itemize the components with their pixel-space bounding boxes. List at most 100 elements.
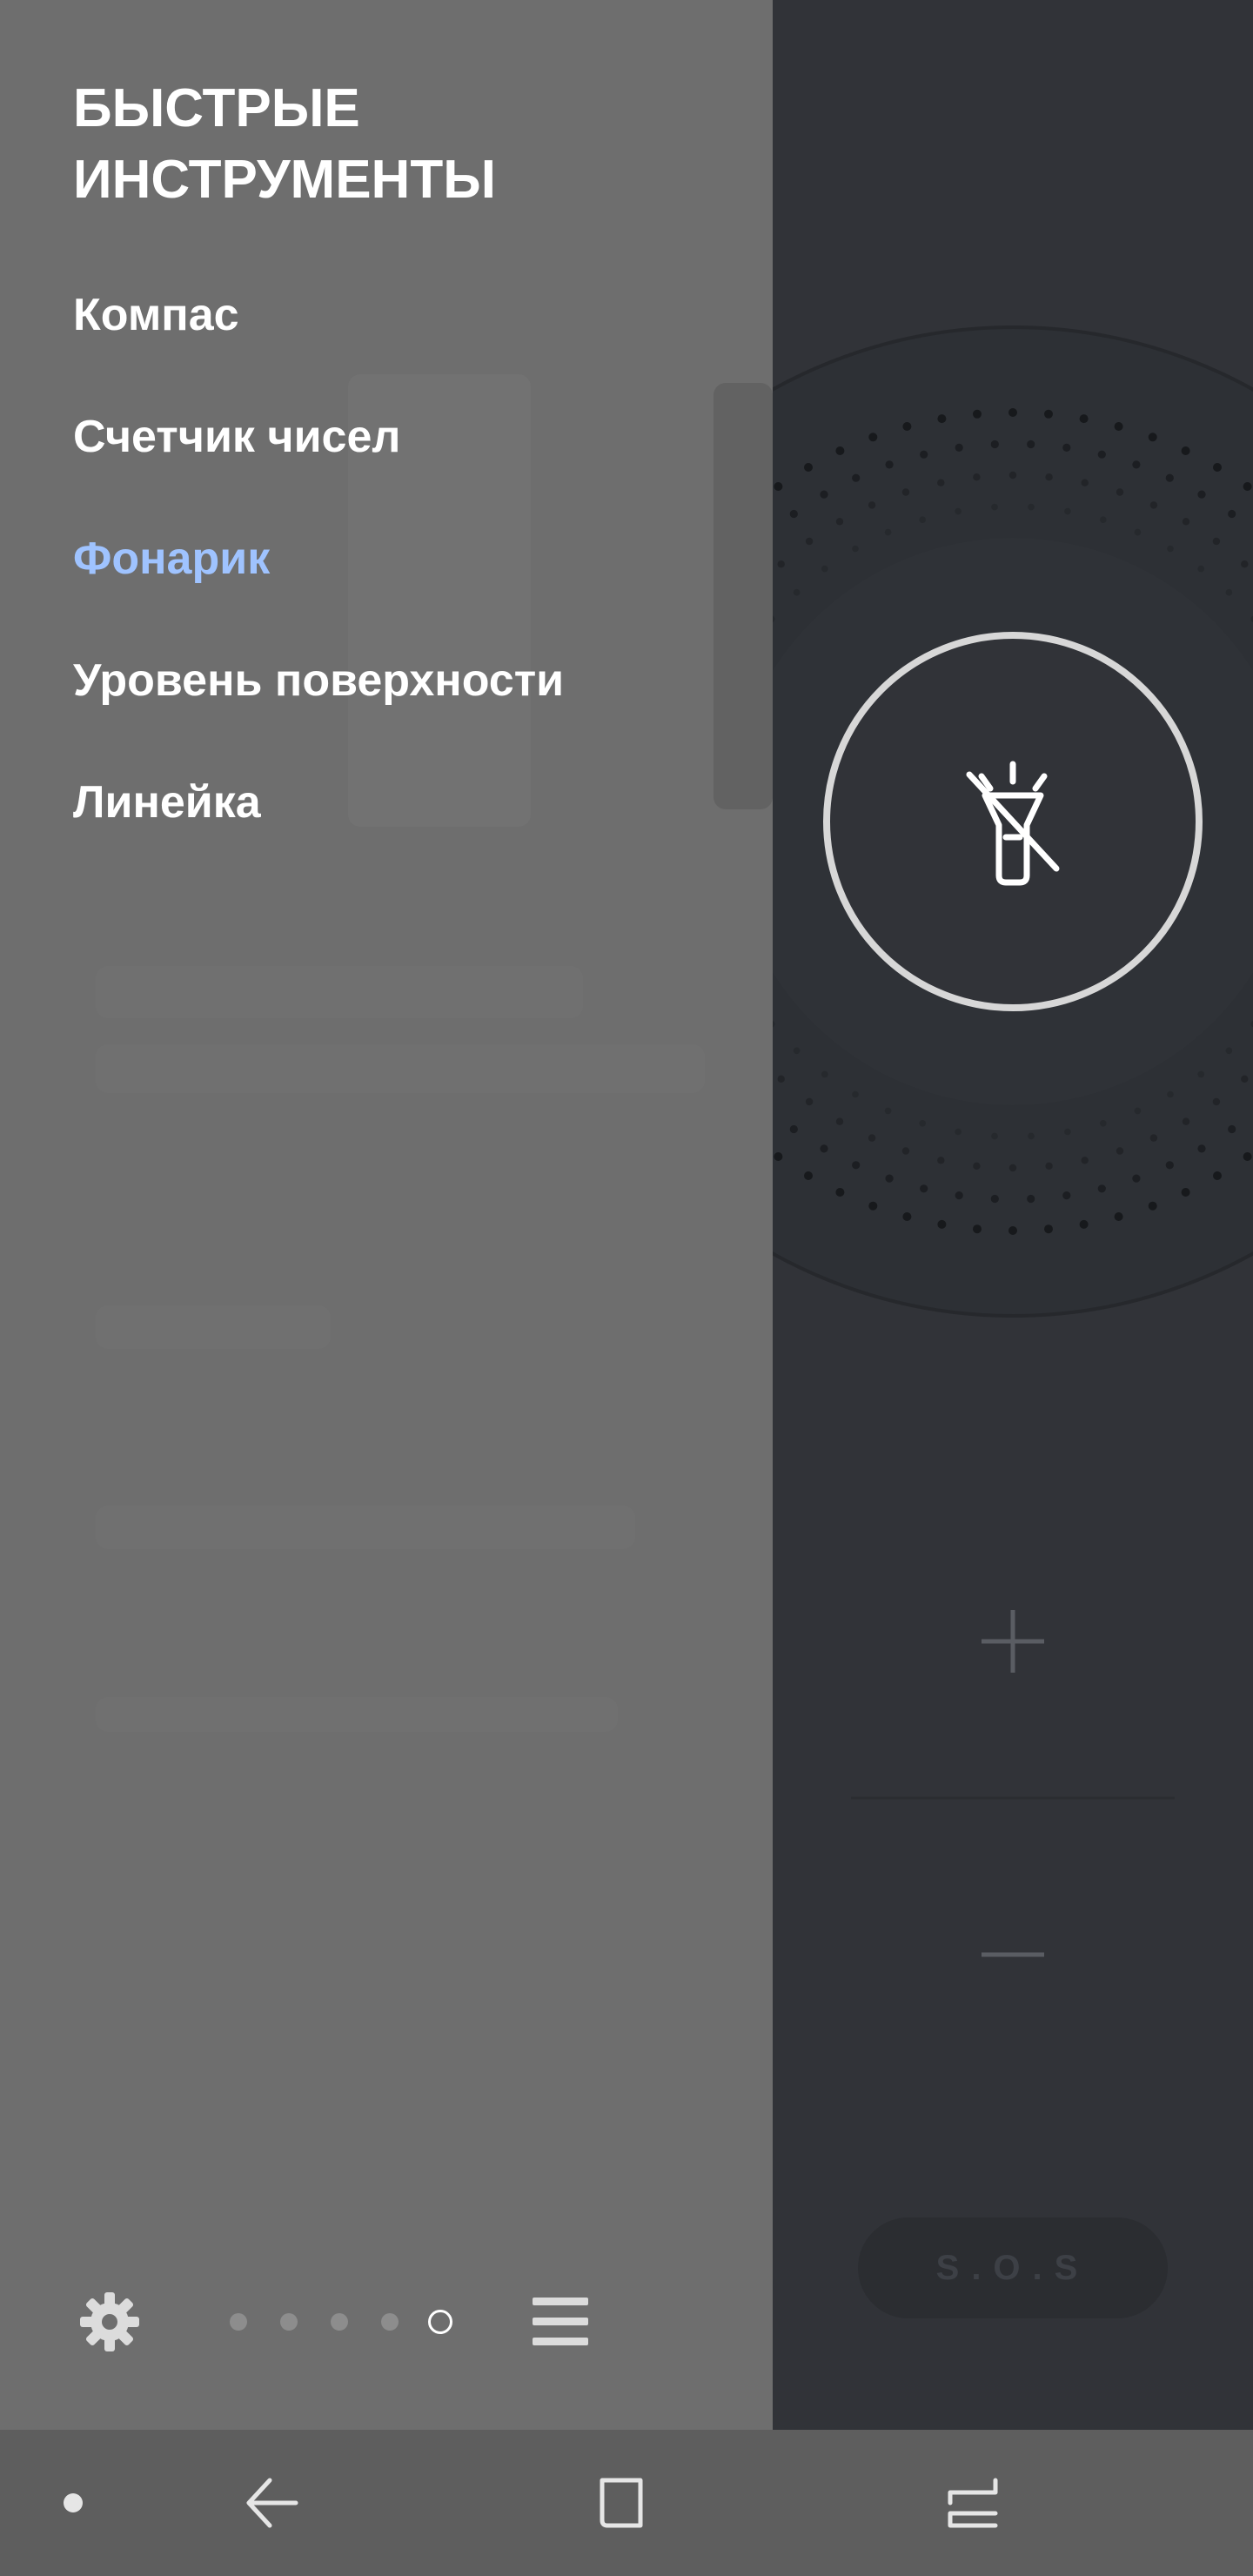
grille-dot	[1081, 1157, 1089, 1164]
grille-dot	[1008, 1164, 1017, 1172]
grille-dot	[804, 1171, 813, 1180]
grille-dot	[919, 1120, 926, 1127]
grille-dot	[973, 1224, 982, 1234]
grille-dot	[920, 450, 928, 459]
recent-apps-icon[interactable]	[945, 2477, 1001, 2529]
grille-dot	[1097, 450, 1106, 459]
grille-dot	[884, 528, 892, 536]
grille-dot	[1228, 1124, 1236, 1134]
grille-dot	[1114, 1212, 1123, 1221]
grille-dot	[1008, 1226, 1017, 1235]
grille-dot	[1148, 1201, 1157, 1211]
grille-dot	[885, 1174, 894, 1183]
grille-dot	[868, 433, 878, 442]
blurred-content	[96, 1044, 705, 1093]
grille-dot	[852, 545, 859, 553]
grille-dot	[1027, 1194, 1035, 1204]
menu-item-surface-level[interactable]: Уровень поверхности	[73, 654, 564, 707]
menu-item-number-counter[interactable]: Счетчик чисел	[73, 411, 400, 463]
gear-icon[interactable]	[78, 2291, 141, 2353]
grille-dot	[937, 1157, 945, 1164]
grille-dot	[1213, 1171, 1222, 1180]
back-arrow-icon[interactable]	[244, 2477, 299, 2529]
grille-dot	[1008, 408, 1017, 417]
grille-dot	[793, 588, 801, 596]
grille-dot	[1079, 1219, 1089, 1229]
grille-dot	[868, 1134, 876, 1142]
grille-dot	[835, 446, 845, 455]
grille-dot	[804, 463, 813, 472]
grille-dot	[1149, 501, 1158, 509]
grille-dot	[1097, 1184, 1106, 1193]
power-button[interactable]	[823, 632, 1203, 1011]
grille-dot	[1045, 473, 1053, 481]
grille-dot	[1044, 1224, 1053, 1234]
grille-dot	[1079, 414, 1089, 424]
grille-dot	[955, 443, 963, 452]
grille-dot	[852, 1090, 859, 1098]
blurred-content	[714, 383, 773, 809]
blurred-content	[96, 966, 583, 1018]
grille-dot	[1181, 446, 1190, 455]
grille-dot	[1148, 433, 1157, 442]
grille-dot	[1134, 528, 1142, 536]
grille-dot	[1212, 537, 1221, 546]
grille-dot	[777, 1075, 785, 1083]
grille-dot	[1241, 560, 1249, 568]
grille-dot	[973, 409, 982, 419]
grille-dot	[901, 488, 910, 496]
grille-dot	[1197, 1144, 1206, 1153]
grille-dot	[1100, 1120, 1107, 1127]
grille-dot	[937, 414, 947, 424]
grille-dot	[835, 518, 844, 526]
grille-dot	[1213, 463, 1222, 472]
grille-dot	[1212, 1097, 1221, 1106]
grille-dot	[1243, 1152, 1252, 1161]
grille-dot	[1114, 422, 1123, 431]
grille-dot	[1228, 509, 1236, 519]
grille-dot	[991, 503, 998, 511]
grille-dot	[1225, 588, 1233, 596]
sos-button[interactable]: S.O.S	[858, 2217, 1168, 2318]
grille-dot	[1165, 473, 1174, 482]
hamburger-icon[interactable]	[533, 2294, 588, 2350]
grille-dot	[1225, 1047, 1233, 1055]
grille-dot	[902, 1212, 912, 1221]
grille-dot	[1008, 471, 1017, 480]
grille-dot	[1116, 1147, 1124, 1155]
grille-dot	[1044, 409, 1053, 419]
page-dot	[280, 2313, 298, 2331]
plus-icon[interactable]	[982, 1610, 1044, 1673]
grille-dot	[1062, 1191, 1071, 1200]
grille-dot	[1064, 507, 1071, 515]
grille-dot	[920, 1184, 928, 1193]
grille-dot	[1243, 482, 1252, 491]
grille-dot	[868, 1201, 878, 1211]
menu-item-ruler[interactable]: Линейка	[73, 776, 261, 828]
grille-dot	[1045, 1162, 1053, 1171]
grille-dot	[1197, 490, 1206, 499]
page-dot	[381, 2313, 399, 2331]
grille-dot	[919, 516, 926, 523]
grille-dot	[835, 1188, 845, 1197]
grille-dot	[990, 439, 999, 449]
dot-icon[interactable]	[63, 2492, 84, 2513]
menu-item-compass[interactable]: Компас	[73, 289, 239, 341]
blurred-content	[96, 1697, 618, 1732]
grille-dot	[1134, 1107, 1142, 1115]
grille-dot	[1241, 1075, 1249, 1083]
grille-dot	[937, 1219, 947, 1229]
grille-dot	[789, 1124, 798, 1134]
grille-dot	[902, 422, 912, 431]
grille-dot	[1149, 1134, 1158, 1142]
grille-dot	[973, 1162, 981, 1171]
grille-dot	[805, 1097, 814, 1106]
home-square-icon[interactable]	[595, 2475, 647, 2531]
page-dot-current	[428, 2310, 452, 2334]
grille-dot	[1062, 443, 1071, 452]
menu-item-flashlight[interactable]: Фонарик	[73, 533, 270, 585]
page-dot	[230, 2313, 247, 2331]
grille-dot	[852, 473, 861, 482]
grille-dot	[1028, 503, 1035, 511]
grille-dot	[1081, 479, 1089, 486]
